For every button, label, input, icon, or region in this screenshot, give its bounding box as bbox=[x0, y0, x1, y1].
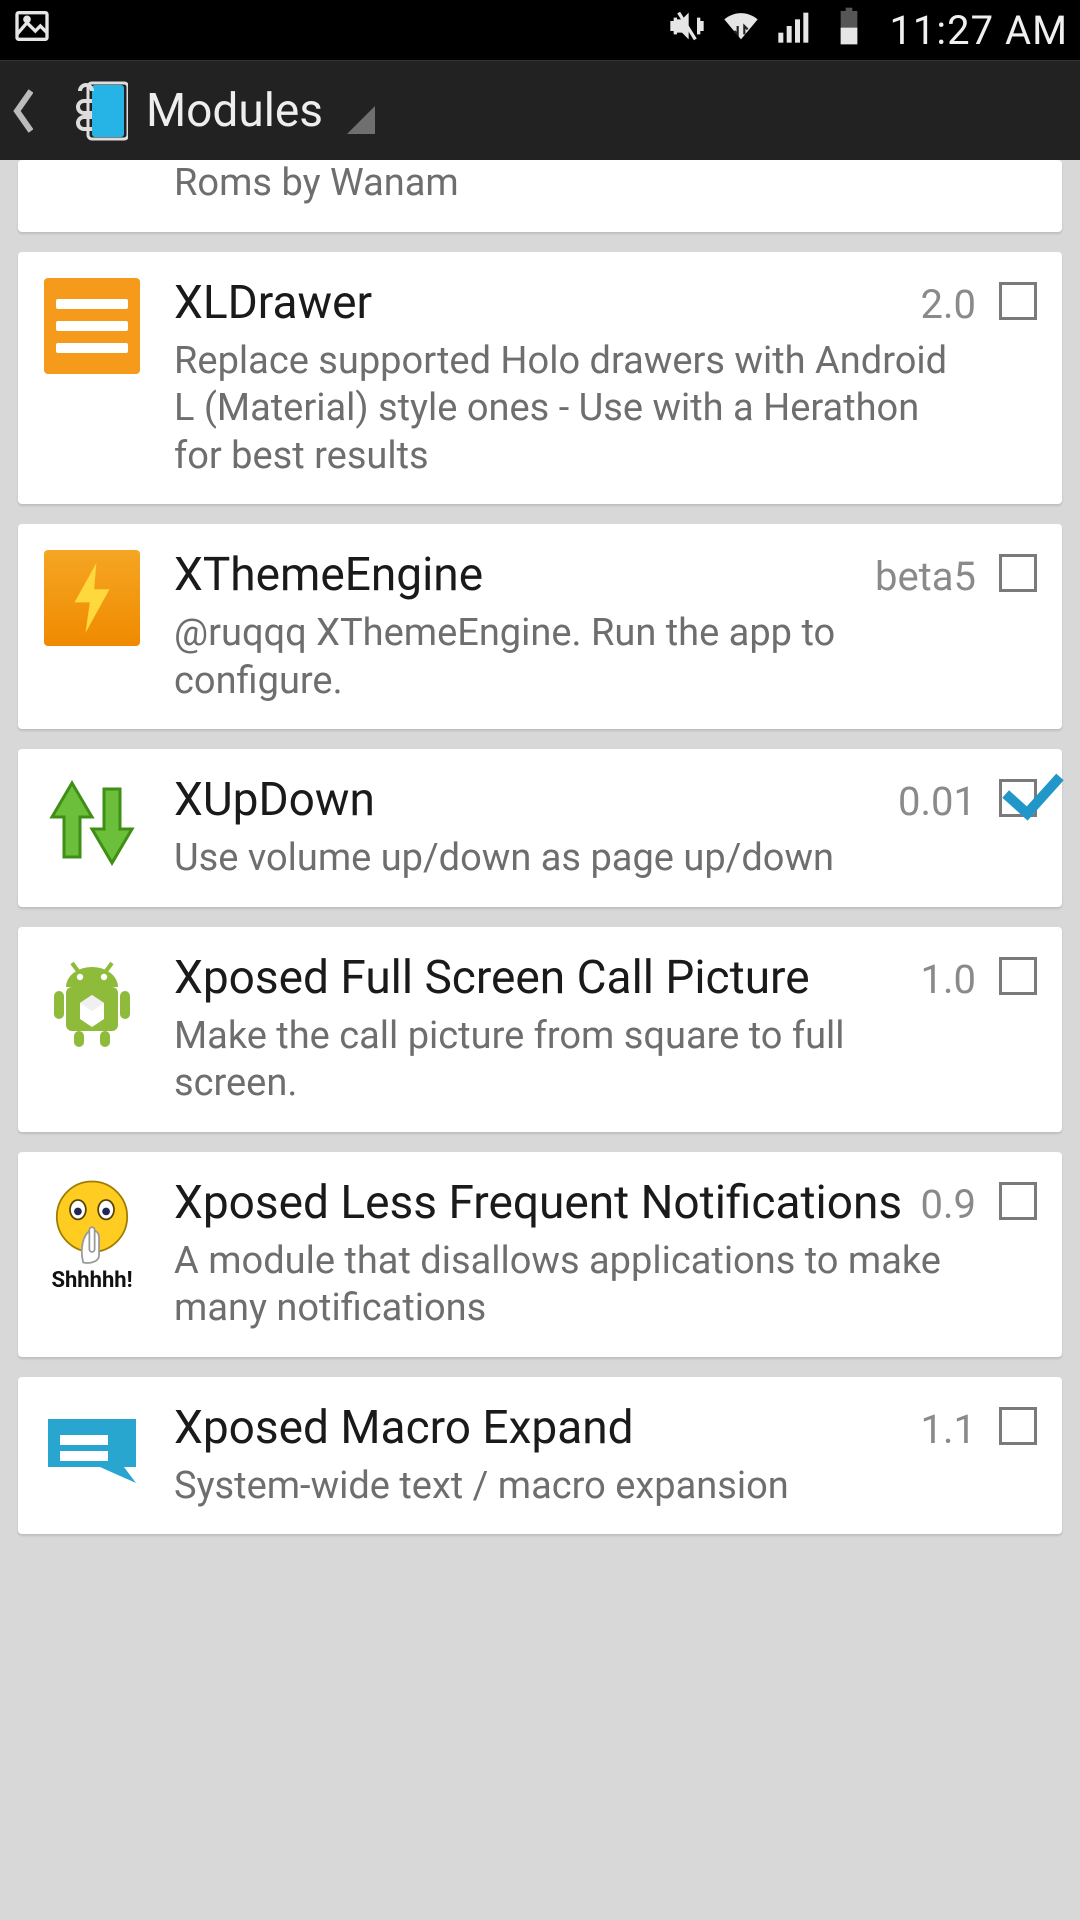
module-description: Roms by Wanam bbox=[174, 160, 976, 208]
module-icon bbox=[42, 548, 142, 648]
module-list[interactable]: Roms by Wanam XLDrawer 2.0 Replace suppo… bbox=[0, 160, 1080, 1534]
module-version: beta5 bbox=[875, 553, 976, 600]
module-name: XThemeEngine bbox=[174, 548, 483, 602]
module-version: 1.1 bbox=[920, 1406, 976, 1453]
battery-icon bbox=[829, 6, 869, 55]
module-icon: Shhhhh! bbox=[42, 1176, 142, 1296]
module-icon bbox=[42, 276, 142, 376]
module-checkbox[interactable] bbox=[999, 282, 1037, 320]
android-robot-icon bbox=[42, 951, 142, 1051]
module-icon bbox=[42, 951, 142, 1051]
signal-icon bbox=[775, 6, 815, 55]
status-bar: 11:27 AM bbox=[0, 0, 1080, 60]
xposed-app-icon[interactable] bbox=[42, 81, 128, 141]
status-clock: 11:27 AM bbox=[883, 7, 1068, 54]
wifi-icon bbox=[721, 6, 761, 55]
module-version: 0.01 bbox=[898, 778, 976, 825]
module-name: Xposed Less Frequent Notifications bbox=[174, 1176, 902, 1230]
module-description: A module that disallows applications to … bbox=[174, 1238, 976, 1333]
module-version: 1.0 bbox=[920, 956, 976, 1003]
module-checkbox[interactable] bbox=[999, 1182, 1037, 1220]
module-checkbox[interactable] bbox=[999, 957, 1037, 995]
shush-label: Shhhhh! bbox=[51, 1268, 132, 1293]
module-description: @ruqqq XThemeEngine. Run the app to conf… bbox=[174, 610, 976, 705]
module-name: XUpDown bbox=[174, 773, 375, 827]
module-description: Replace supported Holo drawers with Andr… bbox=[174, 338, 976, 481]
module-description: Use volume up/down as page up/down bbox=[174, 835, 976, 883]
title-spinner[interactable]: Modules bbox=[146, 84, 375, 138]
module-version: 2.0 bbox=[920, 281, 976, 328]
module-checkbox[interactable] bbox=[999, 554, 1037, 592]
module-name: Xposed Macro Expand bbox=[174, 1401, 634, 1455]
module-icon bbox=[42, 773, 142, 873]
module-description: Make the call picture from square to ful… bbox=[174, 1013, 976, 1108]
notification-image-icon bbox=[12, 6, 52, 55]
module-item[interactable]: Shhhhh! Xposed Less Frequent Notificatio… bbox=[18, 1152, 1062, 1357]
module-item[interactable]: XLDrawer 2.0 Replace supported Holo draw… bbox=[18, 252, 1062, 505]
action-bar: Modules bbox=[0, 60, 1080, 160]
module-item[interactable]: XThemeEngine beta5 @ruqqq XThemeEngine. … bbox=[18, 524, 1062, 729]
dropdown-triangle-icon bbox=[347, 106, 375, 134]
module-item[interactable]: XUpDown 0.01 Use volume up/down as page … bbox=[18, 749, 1062, 907]
up-down-arrows-icon bbox=[42, 773, 142, 873]
module-name: XLDrawer bbox=[174, 276, 372, 330]
module-item[interactable]: Roms by Wanam bbox=[18, 160, 1062, 232]
module-item[interactable]: Xposed Full Screen Call Picture 1.0 Make… bbox=[18, 927, 1062, 1132]
hamburger-menu-icon bbox=[44, 278, 140, 374]
module-version: 0.9 bbox=[920, 1181, 976, 1228]
module-checkbox[interactable] bbox=[999, 1407, 1037, 1445]
shush-emoji-icon: Shhhhh! bbox=[42, 1176, 142, 1296]
vibrate-silent-icon bbox=[667, 6, 707, 55]
module-checkbox[interactable] bbox=[999, 779, 1037, 817]
lightning-icon bbox=[44, 550, 140, 646]
module-item[interactable]: Xposed Macro Expand 1.1 System-wide text… bbox=[18, 1377, 1062, 1535]
module-name: Xposed Full Screen Call Picture bbox=[174, 951, 810, 1005]
module-icon bbox=[42, 160, 142, 200]
module-icon bbox=[42, 1401, 142, 1501]
back-icon[interactable] bbox=[8, 86, 38, 136]
module-description: System-wide text / macro expansion bbox=[174, 1463, 976, 1511]
page-title: Modules bbox=[146, 84, 323, 138]
speech-bubble-icon bbox=[44, 1416, 140, 1486]
